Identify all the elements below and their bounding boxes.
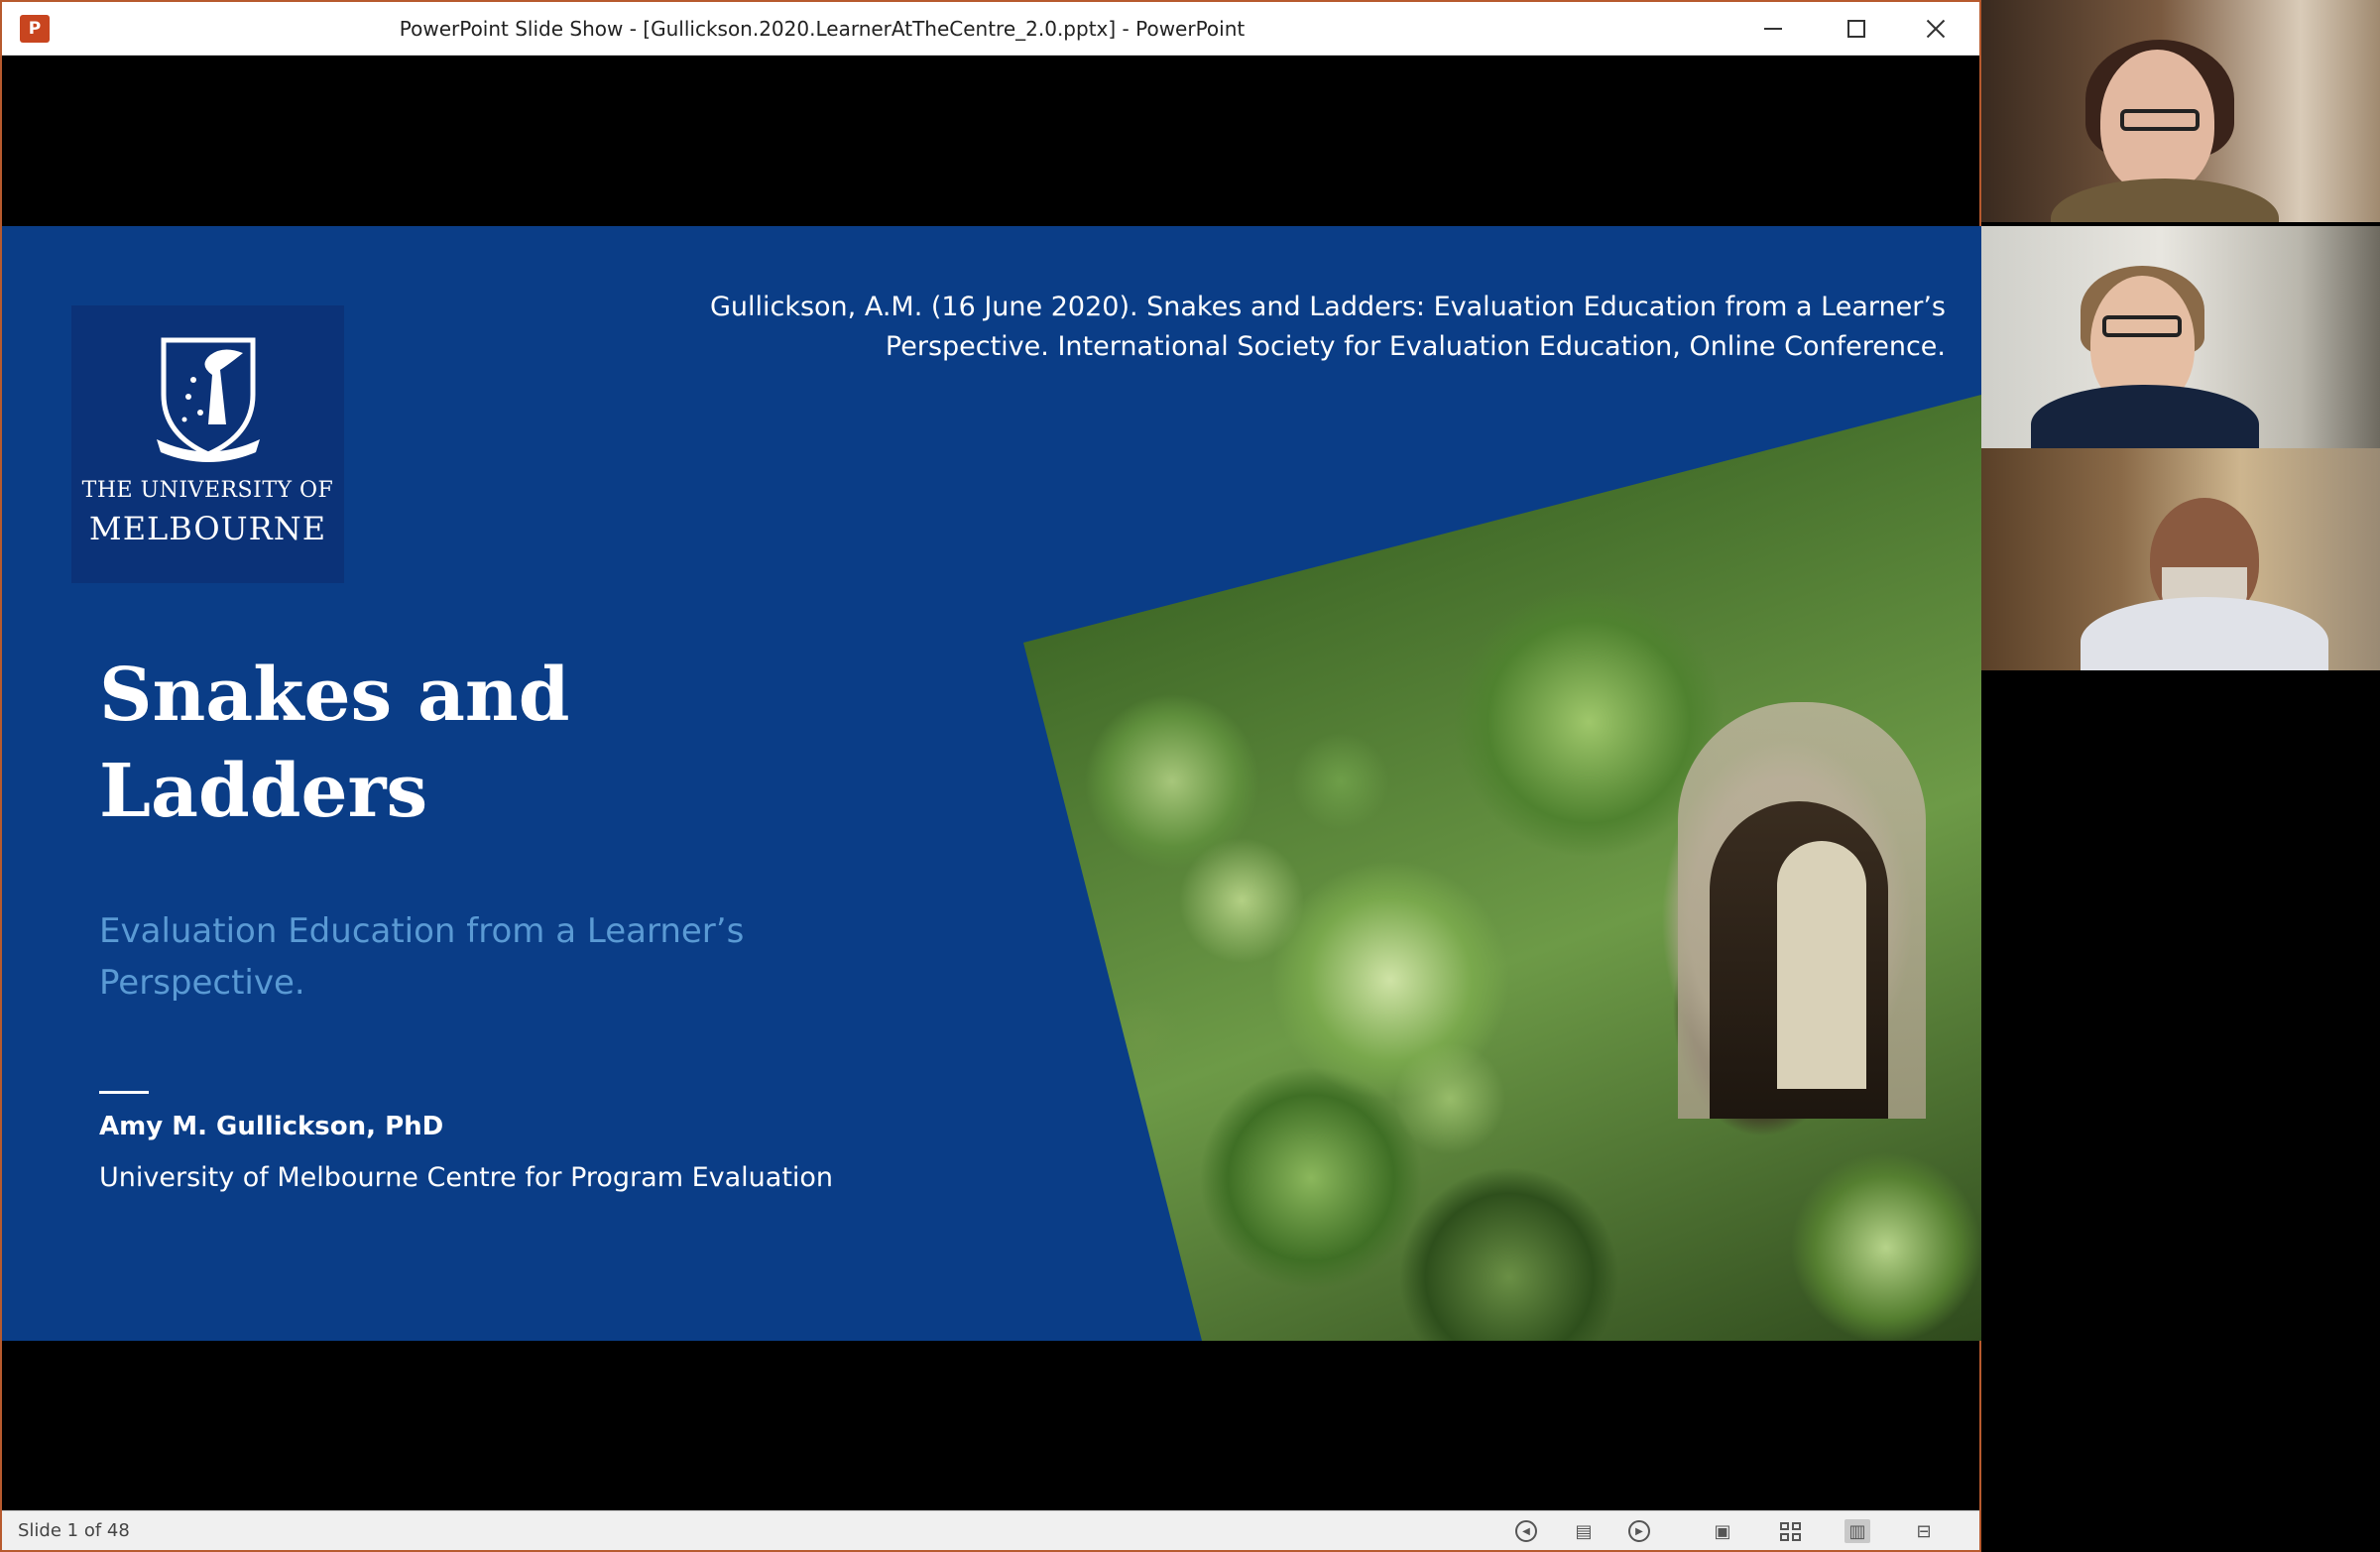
reading-view-icon: ▥ — [1848, 1520, 1866, 1542]
divider-rule — [99, 1091, 149, 1094]
participant-video-1[interactable] — [1981, 0, 2380, 222]
participant-video-2[interactable] — [1981, 226, 2380, 448]
citation: Gullickson, A.M. (16 June 2020). Snakes … — [656, 288, 1946, 367]
status-bar: Slide 1 of 48 ◀ ▤ ▶ ▣ ▥ ⊟ — [2, 1510, 1979, 1550]
participant-video-3[interactable] — [1981, 448, 2380, 670]
glasses-icon — [2102, 315, 2182, 337]
previous-slide-icon: ◀ — [1515, 1520, 1537, 1542]
slide[interactable]: THE UNIVERSITY OF MELBOURNE Gullickson, … — [2, 226, 1981, 1341]
slide-subtitle-line-2: Perspective. — [99, 963, 305, 1003]
close-icon — [1925, 18, 1947, 40]
slide-menu-button[interactable]: ▤ — [1571, 1519, 1597, 1543]
reading-view-button[interactable]: ▥ — [1844, 1519, 1870, 1543]
maximize-icon — [1847, 20, 1865, 38]
slide-sorter-icon — [1779, 1521, 1801, 1541]
slide-sorter-button[interactable] — [1777, 1519, 1803, 1543]
slide-counter: Slide 1 of 48 — [18, 1520, 130, 1541]
logo-line-melbourne: MELBOURNE — [88, 510, 327, 547]
participant-body — [2081, 597, 2328, 670]
slide-show-button[interactable]: ⊟ — [1911, 1519, 1937, 1543]
citation-line-2: Perspective. International Society for E… — [885, 331, 1946, 362]
slide-menu-icon: ▤ — [1575, 1520, 1593, 1542]
previous-slide-button[interactable]: ◀ — [1513, 1519, 1539, 1543]
slide-title: Snakes and Ladders — [99, 648, 793, 840]
title-bar[interactable]: P PowerPoint Slide Show - [Gullickson.20… — [2, 2, 1979, 56]
university-logo: THE UNIVERSITY OF MELBOURNE — [71, 305, 344, 583]
slide-show-icon: ⊟ — [1916, 1520, 1932, 1542]
author-name: Amy M. Gullickson, PhD — [99, 1112, 444, 1141]
slide-title-line-1: Snakes and — [99, 653, 570, 738]
slide-subtitle: Evaluation Education from a Learner’s Pe… — [99, 905, 853, 1009]
author-affiliation: University of Melbourne Centre for Progr… — [99, 1162, 834, 1193]
minimize-button[interactable] — [1733, 2, 1813, 56]
participant-body — [2031, 385, 2259, 448]
window-title: PowerPoint Slide Show - [Gullickson.2020… — [399, 17, 1246, 41]
citation-line-1: Gullickson, A.M. (16 June 2020). Snakes … — [709, 292, 1946, 322]
next-slide-button[interactable]: ▶ — [1626, 1519, 1652, 1543]
university-crest-icon — [157, 337, 260, 462]
video-panel — [1981, 0, 2380, 1552]
logo-line-university: THE UNIVERSITY OF — [81, 478, 334, 503]
minimize-icon — [1764, 28, 1782, 30]
slide-subtitle-line-1: Evaluation Education from a Learner’s — [99, 911, 745, 951]
normal-view-icon: ▣ — [1714, 1520, 1731, 1542]
glasses-icon — [2120, 109, 2200, 131]
next-slide-icon: ▶ — [1628, 1520, 1650, 1542]
close-button[interactable] — [1896, 2, 1975, 56]
normal-view-button[interactable]: ▣ — [1710, 1519, 1735, 1543]
maximize-button[interactable] — [1817, 2, 1896, 56]
participant-body — [2051, 179, 2279, 222]
slide-title-line-2: Ladders — [99, 749, 428, 834]
powerpoint-window: P PowerPoint Slide Show - [Gullickson.20… — [0, 0, 1981, 1552]
